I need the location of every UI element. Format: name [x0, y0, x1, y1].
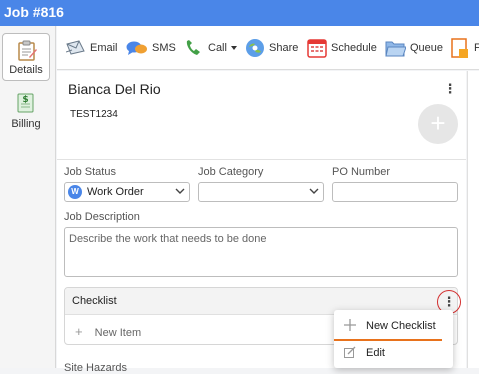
checklist-context-menu: New Checklist Edit — [334, 310, 453, 368]
sms-icon — [126, 41, 147, 55]
chevron-down-icon — [175, 188, 185, 194]
job-status-value: Work Order — [87, 186, 144, 198]
job-category-select[interactable] — [198, 182, 324, 202]
new-item-label: New Item — [94, 327, 142, 339]
share-icon — [246, 39, 264, 57]
checklist-more-icon[interactable]: ⋮ — [442, 295, 456, 309]
email-button[interactable]: Email — [66, 36, 118, 60]
edit-icon — [344, 346, 356, 358]
sidebar-item-label: Billing — [11, 118, 41, 130]
chevron-down-icon — [309, 188, 319, 194]
add-photo-button[interactable]: + — [418, 104, 458, 144]
menu-item-new-checklist[interactable]: New Checklist — [334, 313, 453, 339]
phone-icon — [186, 40, 200, 55]
sidebar-item-details[interactable]: Details — [2, 33, 50, 81]
caret-down-icon — [230, 46, 237, 50]
billing-icon: $ — [17, 93, 34, 113]
plus-icon: + — [430, 108, 446, 138]
customer-name[interactable]: Bianca Del Rio — [68, 81, 161, 97]
svg-text:$: $ — [22, 95, 28, 105]
sms-button[interactable]: SMS — [126, 36, 176, 60]
job-description-label: Job Description — [64, 211, 140, 223]
plus-icon: + — [75, 324, 83, 339]
email-icon — [66, 40, 85, 55]
job-status-select[interactable]: W Work Order — [64, 182, 190, 202]
site-hazards-label: Site Hazards — [64, 362, 127, 374]
job-status-label: Job Status — [64, 166, 116, 178]
window-title: Job #816 — [0, 0, 479, 26]
job-category-label: Job Category — [198, 166, 264, 178]
checklist-title: Checklist — [72, 295, 117, 307]
calendar-icon — [307, 39, 327, 58]
work-order-badge: W — [68, 185, 82, 199]
job-description-textarea[interactable]: Describe the work that needs to be done — [64, 227, 458, 277]
po-number-input[interactable] — [332, 182, 458, 202]
customer-reference: TEST1234 — [70, 109, 118, 120]
schedule-button[interactable]: Schedule — [307, 36, 377, 60]
form-icon — [451, 38, 468, 58]
folder-icon — [385, 41, 406, 57]
right-panel — [467, 71, 479, 368]
plus-icon — [344, 319, 356, 331]
queue-button[interactable]: Queue — [384, 36, 443, 60]
sidebar-item-billing[interactable]: $ Billing — [2, 86, 50, 134]
divider — [57, 159, 466, 160]
sidebar-item-label: Details — [9, 64, 43, 76]
call-button[interactable]: Call — [184, 36, 237, 60]
sidebar: Details $ Billing — [0, 26, 56, 368]
toolbar: Email SMS Call Share Schedule Queue F — [57, 26, 479, 70]
menu-item-edit[interactable]: Edit — [334, 340, 453, 366]
customer-more-icon[interactable]: ⋮ — [443, 82, 457, 96]
po-number-label: PO Number — [332, 166, 391, 178]
share-button[interactable]: Share — [245, 36, 298, 60]
new-item-button[interactable]: + New Item — [75, 324, 141, 339]
form-button[interactable]: F — [450, 36, 479, 60]
clipboard-icon — [18, 40, 37, 61]
